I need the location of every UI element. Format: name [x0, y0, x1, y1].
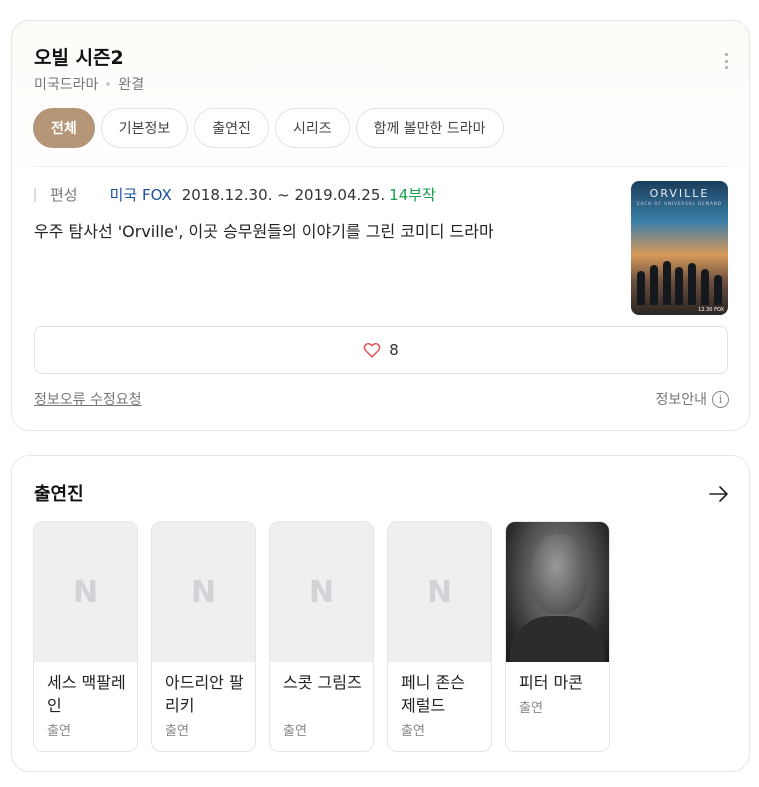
cast-list: N 세스 맥팔레인 출연 N 아드리안 팔리키 출연 N 스콧 그림즈 출연 N…: [33, 521, 623, 752]
placeholder-logo: N: [308, 574, 335, 610]
program-subline: 미국드라마 완결: [34, 74, 144, 94]
cast-name: 피터 마콘: [519, 673, 583, 692]
cast-member[interactable]: N 페니 존슨 제럴드 출연: [387, 521, 492, 752]
program-poster[interactable]: ORVILLE EACH OF UNIVERSAL DEMAND 12.30 F…: [631, 181, 728, 315]
cast-name: 아드리안 팔리키: [165, 673, 244, 715]
info-guide-button[interactable]: 정보안내 i: [655, 389, 729, 409]
separator-dot: [106, 82, 111, 86]
tab-basic-info[interactable]: 기본정보: [100, 108, 189, 148]
cast-name: 세스 맥팔레인: [47, 673, 126, 715]
cast-photo-placeholder: N: [34, 522, 137, 662]
like-button[interactable]: 8: [34, 326, 728, 374]
status-label: 완결: [118, 77, 145, 93]
meta-bar: [34, 187, 36, 202]
cast-role: 출연: [401, 724, 425, 739]
poster-figures: [635, 259, 724, 305]
cast-role: 출연: [283, 724, 307, 739]
like-count: 8: [389, 341, 399, 359]
report-error-link[interactable]: 정보오류 수정요청: [34, 389, 142, 409]
genre-label: 미국드라마: [34, 77, 99, 93]
cast-photo-placeholder: N: [270, 522, 373, 662]
cast-role: 출연: [165, 724, 189, 739]
cast-member[interactable]: N 세스 맥팔레인 출연: [33, 521, 138, 752]
tab-all[interactable]: 전체: [33, 108, 95, 148]
photo-face: [531, 534, 587, 614]
cast-member[interactable]: N 아드리안 팔리키 출연: [151, 521, 256, 752]
arrow-right-icon[interactable]: [709, 486, 729, 502]
poster-subtitle: EACH OF UNIVERSAL DEMAND: [637, 201, 722, 206]
program-info-card: 오빌 시즌2 미국드라마 완결 전체 기본정보 출연진 시리즈 함께 볼만한 드…: [11, 20, 750, 431]
cast-photo-placeholder: N: [152, 522, 255, 662]
photo-shoulders: [510, 616, 605, 662]
cast-role: 출연: [519, 701, 543, 716]
heart-icon: [363, 342, 381, 358]
episode-count: 14부작: [389, 186, 436, 204]
poster-title: ORVILLE: [649, 187, 710, 200]
cast-photo: [506, 522, 609, 662]
tab-similar-dramas[interactable]: 함께 볼만한 드라마: [355, 108, 504, 148]
tab-cast[interactable]: 출연진: [194, 108, 269, 148]
tab-series[interactable]: 시리즈: [274, 108, 350, 148]
info-icon: i: [712, 390, 729, 408]
info-guide-label: 정보안내: [655, 392, 707, 408]
cast-section-title: 출연진: [34, 484, 84, 505]
placeholder-logo: N: [72, 574, 99, 610]
cast-member[interactable]: 피터 마콘 출연: [505, 521, 610, 752]
cast-member[interactable]: N 스콧 그림즈 출연: [269, 521, 374, 752]
cast-card: 출연진 N 세스 맥팔레인 출연 N 아드리안 팔리키 출연 N 스콧 그림즈 …: [11, 455, 750, 772]
broadcast-info: 편성 미국 FOX 2018.12.30. ~ 2019.04.25. 14부작: [34, 184, 436, 205]
broadcast-dates: 2018.12.30. ~ 2019.04.25.: [181, 185, 386, 204]
program-description: 우주 탐사선 'Orville', 이곳 승무원들의 이야기를 그린 코미디 드…: [34, 222, 494, 241]
cast-photo-placeholder: N: [388, 522, 491, 662]
more-options-icon[interactable]: [723, 53, 729, 69]
placeholder-logo: N: [190, 574, 217, 610]
network-link[interactable]: 미국 FOX: [110, 184, 172, 205]
cast-name: 페니 존슨 제럴드: [401, 673, 465, 715]
cast-role: 출연: [47, 724, 71, 739]
divider: [34, 166, 727, 167]
program-title: 오빌 시즌2: [34, 47, 124, 69]
poster-tag: 12.30 FOX: [698, 307, 724, 313]
tab-bar: 전체 기본정보 출연진 시리즈 함께 볼만한 드라마: [33, 108, 510, 148]
placeholder-logo: N: [426, 574, 453, 610]
cast-name: 스콧 그림즈: [283, 673, 362, 692]
broadcast-label: 편성: [50, 186, 78, 204]
